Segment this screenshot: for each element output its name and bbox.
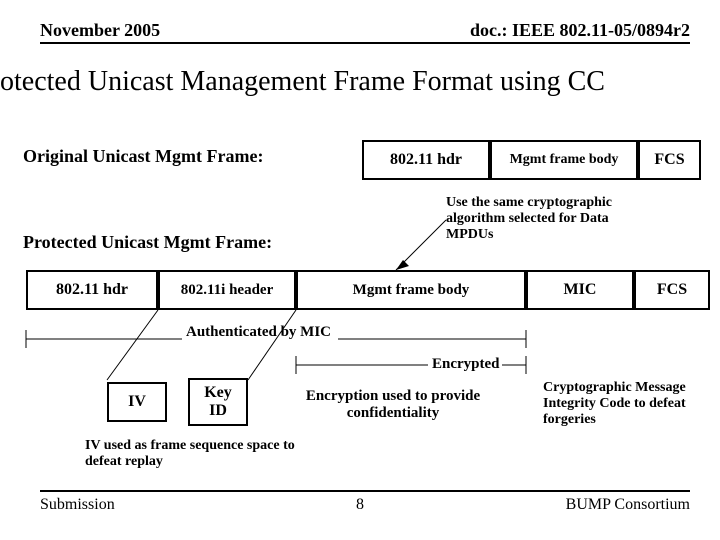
prot-hdr-box: 802.11 hdr [26,270,158,310]
header-rule [40,42,690,44]
prot-fcs-box: FCS [634,270,710,310]
prot-mic-box: MIC [526,270,634,310]
protected-label: Protected Unicast Mgmt Frame: [23,232,272,253]
anno-authenticated: Authenticated by MIC [186,324,331,341]
footer-rule [40,490,690,492]
original-label: Original Unicast Mgmt Frame: [23,146,263,167]
anno-cmic: Cryptographic Message Integrity Code to … [543,380,720,428]
anno-encryption-use: Encryption used to provide confidentiali… [293,388,493,423]
header-doc: doc.: IEEE 802.11-05/0894r2 [470,20,690,41]
header-date: November 2005 [40,20,160,41]
orig-body-box: Mgmt frame body [490,140,638,180]
prot-ihdr-box: 802.11i header [158,270,296,310]
prot-body-box: Mgmt frame body [296,270,526,310]
keyid-box: Key ID [188,378,248,426]
footer-right: BUMP Consortium [566,496,690,514]
slide-title: otected Unicast Management Frame Format … [0,66,720,98]
orig-fcs-box: FCS [638,140,701,180]
anno-encrypted: Encrypted [432,356,500,373]
orig-hdr-box: 802.11 hdr [362,140,490,180]
anno-algorithm: Use the same cryptographic algorithm sel… [446,195,646,243]
anno-iv: IV used as frame sequence space to defea… [85,438,295,470]
iv-box: IV [107,382,167,422]
